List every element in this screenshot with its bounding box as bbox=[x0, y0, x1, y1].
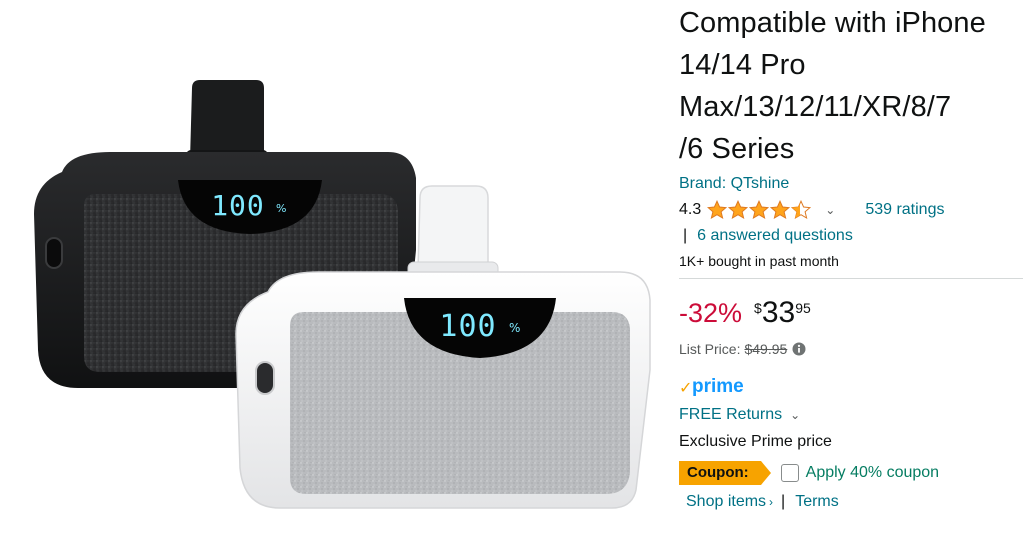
chevron-down-icon[interactable]: ⌄ bbox=[790, 404, 800, 426]
prime-logo: ✓ prime bbox=[679, 376, 1023, 398]
coupon-row: Coupon: Apply 40% coupon bbox=[679, 460, 1023, 486]
prime-logo-icon: ✓ prime bbox=[679, 376, 744, 397]
discount-percent: -32% bbox=[679, 298, 743, 328]
bought-in-past-month: 1K+ bought in past month bbox=[679, 253, 839, 269]
chevron-right-icon: › bbox=[769, 495, 774, 509]
price-row: -32% $ 33 95 bbox=[679, 297, 1023, 333]
divider bbox=[679, 278, 1023, 279]
coupon-checkbox[interactable] bbox=[780, 464, 799, 482]
answered-questions-row: | 6 answered questions bbox=[679, 223, 1023, 249]
white-bank-display-readout: 100 bbox=[439, 309, 496, 344]
exclusive-prime-price: Exclusive Prime price bbox=[679, 433, 832, 450]
ratings-count-link[interactable]: 539 ratings bbox=[865, 201, 944, 219]
list-price: List Price: $49.95 bbox=[679, 339, 1023, 359]
product-image[interactable]: 100 % 100 % bbox=[0, 0, 660, 533]
star-rating[interactable] bbox=[707, 200, 813, 220]
rating-value: 4.3 bbox=[679, 201, 702, 218]
list-price-label: List Price: bbox=[679, 341, 741, 357]
free-returns-label: FREE Returns bbox=[679, 406, 783, 423]
info-icon[interactable] bbox=[792, 342, 806, 356]
price: $ 33 95 bbox=[754, 297, 811, 329]
product-title-line: Max/13/12/11/XR/8/7 bbox=[679, 91, 952, 123]
coupon-label[interactable]: Apply 40% coupon bbox=[806, 464, 939, 482]
chevron-down-icon[interactable]: ⌄ bbox=[825, 203, 835, 217]
prime-logo-check: ✓ bbox=[679, 378, 692, 397]
separator: | bbox=[781, 493, 786, 510]
answered-questions-link[interactable]: 6 answered questions bbox=[697, 227, 853, 244]
list-price-value: $49.95 bbox=[744, 341, 788, 357]
price-currency-symbol: $ bbox=[754, 300, 762, 316]
shop-items-link[interactable]: Shop items bbox=[686, 490, 766, 514]
black-bank-display-unit: % bbox=[276, 202, 286, 215]
product-title[interactable]: Compatible with iPhone 14/14 Pro Max/13/… bbox=[679, 2, 1023, 170]
rating-row: 4.3 ⌄ 539 ratings bbox=[679, 197, 1023, 223]
product-title-line: Compatible with iPhone bbox=[679, 7, 986, 39]
white-bank-display-unit: % bbox=[509, 321, 520, 335]
price-fraction: 95 bbox=[795, 300, 811, 316]
brand-link[interactable]: Brand: QTshine bbox=[679, 173, 1023, 195]
product-title-line: /6 Series bbox=[679, 133, 795, 165]
product-info-panel: Compatible with iPhone 14/14 Pro Max/13/… bbox=[679, 0, 1023, 533]
black-bank-display-readout: 100 bbox=[211, 189, 265, 222]
coupon-links-row: Shop items › | Terms bbox=[679, 490, 1023, 514]
price-whole: 33 bbox=[761, 296, 796, 329]
product-title-line: 14/14 Pro bbox=[679, 49, 806, 81]
separator: | bbox=[683, 227, 688, 244]
stars-icon bbox=[707, 200, 811, 219]
free-returns-link[interactable]: FREE Returns ⌄ bbox=[679, 404, 1023, 426]
terms-link[interactable]: Terms bbox=[795, 490, 839, 514]
coupon-badge: Coupon: bbox=[679, 461, 771, 485]
prime-logo-text: prime bbox=[692, 376, 744, 397]
